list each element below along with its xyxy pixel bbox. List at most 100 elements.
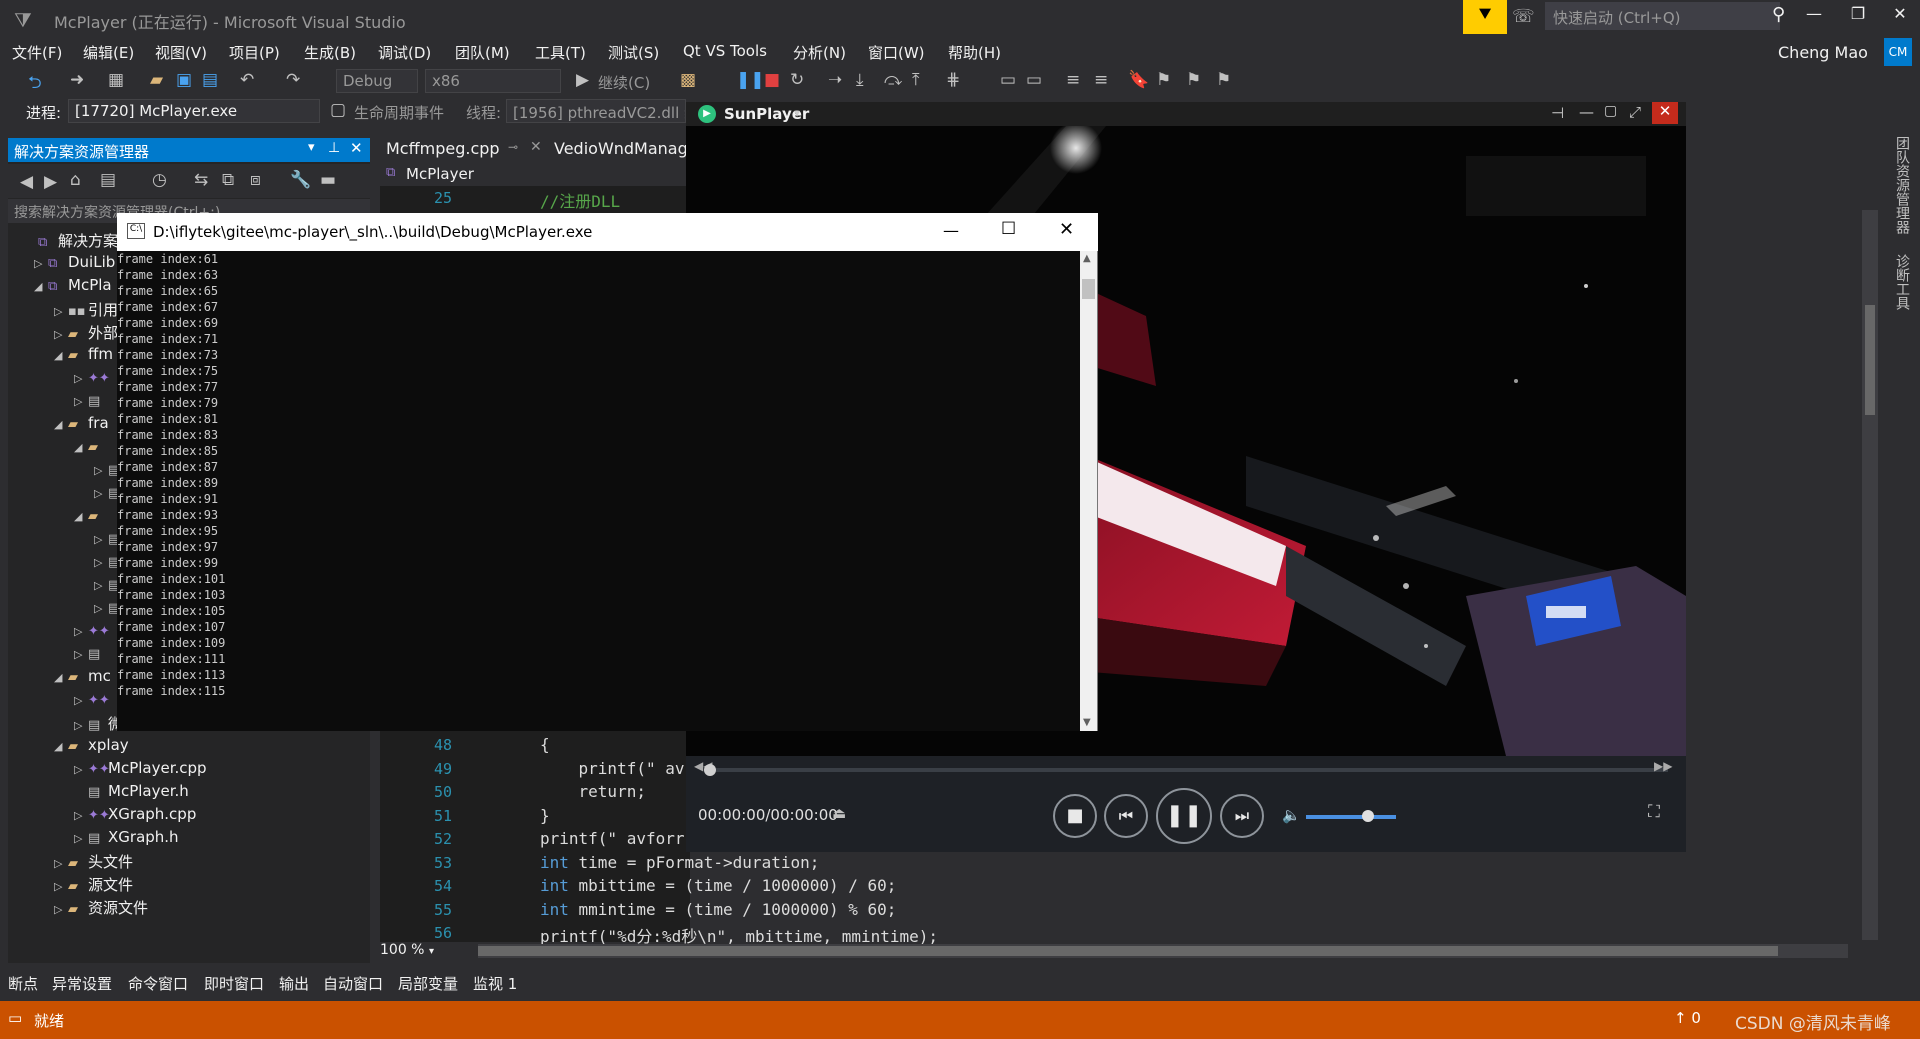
- forward-icon[interactable]: ➜: [70, 70, 84, 90]
- tree-item[interactable]: ▷ ▰ 头文件: [54, 851, 133, 874]
- process-select[interactable]: [17720] McPlayer.exe: [68, 99, 320, 123]
- expanded-arrow-icon[interactable]: ◢: [34, 280, 48, 293]
- expanded-arrow-icon[interactable]: ◢: [74, 510, 88, 523]
- clear-bookmarks-icon[interactable]: ⚑: [1216, 70, 1231, 90]
- restore-icon[interactable]: ❐: [1840, 4, 1876, 30]
- tab-output[interactable]: 输出: [279, 973, 309, 994]
- tree-item[interactable]: ▷ ⧉ DuiLib: [34, 253, 115, 276]
- configuration-select[interactable]: Debug: [336, 69, 418, 93]
- switch-views-icon[interactable]: ▤: [100, 170, 116, 190]
- diagnostic-tools-tab[interactable]: 诊断工具: [1892, 254, 1912, 310]
- collapsed-arrow-icon[interactable]: ▷: [94, 487, 108, 500]
- pause-button[interactable]: ❚❚: [1156, 788, 1212, 844]
- tree-item[interactable]: ▷ ▤ XGraph.h: [74, 828, 179, 851]
- tree-item[interactable]: ▷ ▤: [74, 391, 108, 414]
- close-icon[interactable]: ✕: [1882, 4, 1918, 30]
- collapsed-arrow-icon[interactable]: ▷: [54, 857, 68, 870]
- save-icon[interactable]: ▣: [176, 70, 192, 90]
- tree-item[interactable]: ▷ ✦✦McPlayer.cpp: [74, 759, 207, 782]
- collapsed-arrow-icon[interactable]: ▷: [54, 880, 68, 893]
- collapsed-arrow-icon[interactable]: ▷: [94, 579, 108, 592]
- menu-view[interactable]: 视图(V): [155, 42, 207, 63]
- scroll-thumb[interactable]: [1082, 279, 1095, 299]
- back-icon[interactable]: ◀: [20, 172, 33, 192]
- lifecycle-events-select[interactable]: 生命周期事件: [354, 102, 444, 123]
- volume-icon[interactable]: 🔈: [1282, 806, 1301, 824]
- step-into-icon[interactable]: ⤓: [856, 70, 864, 90]
- team-explorer-tab[interactable]: 团队资源管理器: [1892, 136, 1912, 234]
- menu-build[interactable]: 生成(B): [304, 42, 356, 63]
- tree-item[interactable]: ▷ ▰ 外部: [54, 322, 118, 345]
- stop-icon[interactable]: ■: [764, 70, 780, 90]
- avatar[interactable]: CM: [1884, 38, 1912, 66]
- scroll-thumb[interactable]: [1865, 305, 1875, 415]
- bookmark-icon[interactable]: 🔖: [1128, 70, 1149, 90]
- volume-slider[interactable]: [1306, 810, 1396, 822]
- new-project-icon[interactable]: ▦: [108, 70, 124, 90]
- show-all-files-icon[interactable]: ⧈: [250, 170, 261, 190]
- seek-bar[interactable]: [704, 764, 1668, 776]
- collapse-all-icon[interactable]: ⧉: [222, 170, 234, 190]
- prev-bookmark-icon[interactable]: ⚑: [1156, 70, 1171, 90]
- tab-command-window[interactable]: 命令窗口: [128, 973, 188, 994]
- uncomment-icon[interactable]: ▭: [1026, 70, 1042, 90]
- menu-team[interactable]: 团队(M): [455, 42, 510, 63]
- collapsed-arrow-icon[interactable]: ▷: [94, 533, 108, 546]
- expanded-arrow-icon[interactable]: ◢: [54, 418, 68, 431]
- tree-item[interactable]: ▷ ✦✦: [74, 368, 110, 391]
- search-icon[interactable]: ⚲: [1772, 4, 1785, 25]
- continue-play-icon[interactable]: ▶: [576, 70, 589, 90]
- pin-icon[interactable]: ⊥: [328, 140, 340, 156]
- continue-button[interactable]: 继续(C): [598, 72, 650, 93]
- menu-tools[interactable]: 工具(T): [535, 42, 586, 63]
- expanded-arrow-icon[interactable]: ◢: [54, 349, 68, 362]
- tab-breakpoints[interactable]: 断点: [8, 973, 38, 994]
- tree-item[interactable]: ◢ ▰: [74, 506, 108, 529]
- collapsed-arrow-icon[interactable]: ▷: [34, 257, 48, 270]
- tree-item[interactable]: ▷ ▰ 源文件: [54, 874, 133, 897]
- collapsed-arrow-icon[interactable]: ▷: [94, 464, 108, 477]
- tree-item[interactable]: ▷ ▤: [74, 644, 108, 667]
- platform-select[interactable]: x86: [425, 69, 561, 93]
- close-icon[interactable]: ✕: [1059, 219, 1074, 240]
- tab-watch-1[interactable]: 监视 1: [473, 973, 517, 994]
- dropdown-icon[interactable]: ▾: [308, 140, 315, 155]
- collapsed-arrow-icon[interactable]: ▷: [74, 832, 88, 845]
- maximize-icon[interactable]: ☐: [1001, 219, 1016, 239]
- redo-icon[interactable]: ↷: [286, 70, 300, 90]
- collapsed-arrow-icon[interactable]: ▷: [74, 719, 88, 732]
- tab-vediownd-manager[interactable]: VedioWndManag: [548, 134, 690, 162]
- step-out-icon[interactable]: ⤒: [912, 70, 920, 90]
- user-name[interactable]: Cheng Mao: [1778, 43, 1868, 62]
- menu-analyze[interactable]: 分析(N): [793, 42, 846, 63]
- tree-item[interactable]: ◢ ▰ fra: [54, 414, 109, 437]
- pin-icon[interactable]: ⊣: [1551, 104, 1564, 122]
- tree-item[interactable]: ◢ ▰: [74, 437, 108, 460]
- next-bookmark-icon[interactable]: ⚑: [1186, 70, 1201, 90]
- thread-select[interactable]: [1956] pthreadVC2.dll 线: [506, 99, 686, 123]
- fullscreen-icon[interactable]: ⤢: [1629, 103, 1641, 121]
- quick-launch-input[interactable]: 快速启动 (Ctrl+Q): [1545, 2, 1780, 30]
- console-title-bar[interactable]: C:\ D:\iflytek\gitee\mc-player\_sln\..\b…: [117, 213, 1098, 251]
- collapsed-arrow-icon[interactable]: ▷: [94, 556, 108, 569]
- zoom-select[interactable]: 100 % ▾: [380, 942, 480, 962]
- pause-icon[interactable]: ❚❚: [736, 70, 765, 90]
- minimize-icon[interactable]: —: [1796, 4, 1832, 30]
- menu-help[interactable]: 帮助(H): [948, 42, 1001, 63]
- collapsed-arrow-icon[interactable]: ▷: [74, 625, 88, 638]
- tree-item[interactable]: ◢ ▰ mc: [54, 667, 111, 690]
- tree-item[interactable]: ▤ McPlayer.h: [74, 782, 189, 805]
- volume-knob[interactable]: [1362, 810, 1375, 822]
- home-icon[interactable]: ⌂: [70, 170, 81, 190]
- scroll-thumb[interactable]: [478, 946, 1778, 956]
- minimize-icon[interactable]: —: [1579, 103, 1594, 121]
- horizontal-scrollbar[interactable]: [478, 944, 1848, 958]
- tree-item[interactable]: ▷ ✦✦: [74, 690, 110, 713]
- console-scrollbar[interactable]: ▲ ▼: [1080, 251, 1097, 731]
- menu-qt-vs-tools[interactable]: Qt VS Tools: [683, 42, 767, 60]
- collapsed-arrow-icon[interactable]: ▷: [74, 763, 88, 776]
- tab-exception-settings[interactable]: 异常设置: [52, 973, 112, 994]
- collapsed-arrow-icon[interactable]: ▷: [74, 648, 88, 661]
- hex-display-icon[interactable]: ⋕: [946, 70, 960, 90]
- show-next-statement-icon[interactable]: ➝: [828, 70, 842, 90]
